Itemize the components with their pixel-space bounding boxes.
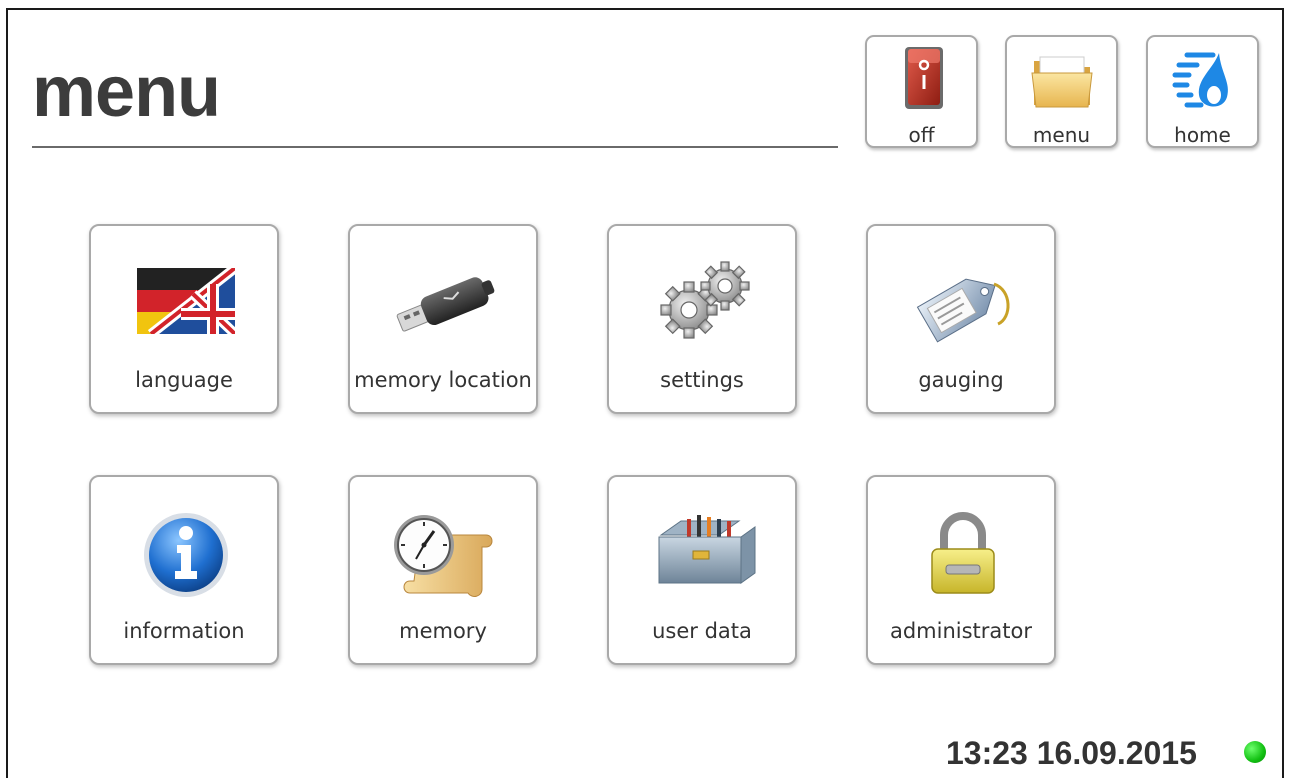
information-label: information: [123, 619, 245, 643]
menu-button[interactable]: menu: [1005, 35, 1118, 148]
administrator-tile[interactable]: administrator: [866, 475, 1056, 665]
memory-location-label: memory location: [354, 368, 532, 392]
user-data-tile[interactable]: user data: [607, 475, 797, 665]
home-button[interactable]: home: [1146, 35, 1259, 148]
gears-icon: [660, 261, 750, 339]
power-switch-icon: [905, 47, 943, 109]
folder-icon: [1031, 56, 1093, 108]
menu-label: menu: [1032, 123, 1091, 147]
page-title: menu: [32, 52, 221, 132]
home-label: home: [1174, 123, 1231, 147]
memory-location-tile[interactable]: memory location: [348, 224, 538, 414]
clock-scroll-icon: [394, 515, 493, 597]
language-label: language: [135, 368, 233, 392]
gauging-tile[interactable]: gauging: [866, 224, 1056, 414]
off-label: off: [908, 123, 935, 147]
tag-icon: [916, 278, 1010, 343]
datetime-display: 13:23 16.09.2015: [946, 735, 1197, 771]
memory-label: memory: [399, 619, 487, 643]
administrator-label: administrator: [889, 619, 1033, 643]
home-logo-icon: [1172, 52, 1228, 108]
language-tile[interactable]: language: [89, 224, 279, 414]
toolbox-icon: [658, 515, 756, 584]
status-indicator-icon: [1244, 741, 1266, 763]
usb-stick-icon: [396, 277, 495, 332]
settings-label: settings: [660, 368, 744, 392]
flag-de-uk-icon: [137, 268, 235, 334]
title-divider: [32, 146, 838, 148]
memory-tile[interactable]: memory: [348, 475, 538, 665]
settings-tile[interactable]: settings: [607, 224, 797, 414]
padlock-icon: [931, 512, 995, 594]
gauging-label: gauging: [918, 368, 1004, 392]
off-button[interactable]: off: [865, 35, 978, 148]
info-icon: [144, 513, 228, 597]
information-tile[interactable]: information: [89, 475, 279, 665]
user-data-label: user data: [652, 619, 752, 643]
